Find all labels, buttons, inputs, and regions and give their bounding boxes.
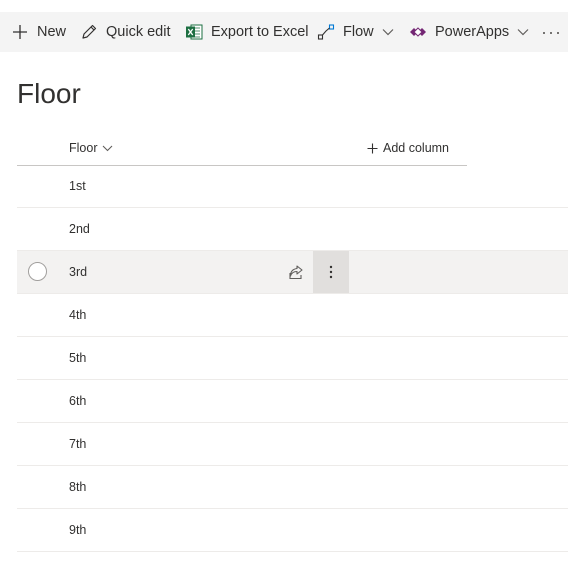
pencil-icon xyxy=(79,22,99,42)
list-header: Floor Add column xyxy=(17,130,467,166)
table-row[interactable]: 6th xyxy=(17,380,568,423)
list-rows: 1st 2nd 3rd 4th 5th 6th 7th 8th 9th xyxy=(17,165,568,552)
row-more-button[interactable] xyxy=(313,251,349,293)
floor-cell: 8th xyxy=(69,480,87,494)
plus-icon xyxy=(367,143,378,154)
flow-icon xyxy=(316,22,336,42)
table-row-hovered[interactable]: 3rd xyxy=(17,251,568,294)
floor-cell: 2nd xyxy=(69,222,90,236)
table-row[interactable]: 9th xyxy=(17,509,568,552)
page-title: Floor xyxy=(17,78,81,109)
flow-label: Flow xyxy=(343,24,374,40)
quick-edit-label: Quick edit xyxy=(106,24,171,40)
table-row[interactable]: 8th xyxy=(17,466,568,509)
row-select-radio[interactable] xyxy=(28,262,47,281)
more-commands-button[interactable]: ··· xyxy=(541,12,562,52)
floor-cell: 1st xyxy=(69,179,86,193)
vertical-ellipsis-icon xyxy=(329,265,333,279)
chevron-down-icon xyxy=(102,145,113,152)
excel-icon xyxy=(184,22,204,42)
table-row[interactable]: 7th xyxy=(17,423,568,466)
floor-cell: 5th xyxy=(69,351,87,365)
share-icon[interactable] xyxy=(287,263,305,281)
powerapps-label: PowerApps xyxy=(435,24,510,40)
plus-icon xyxy=(10,22,30,42)
floor-cell: 7th xyxy=(69,437,87,451)
floor-cell: 3rd xyxy=(69,265,88,279)
chevron-down-icon xyxy=(517,28,529,36)
chevron-down-icon xyxy=(382,28,394,36)
command-bar: New Quick edit Export to Excel Flow Powe… xyxy=(0,12,568,52)
column-header-label: Floor xyxy=(69,141,98,155)
add-column-button[interactable]: Add column xyxy=(367,130,449,166)
column-header-floor[interactable]: Floor xyxy=(69,130,113,166)
powerapps-icon xyxy=(408,22,428,42)
table-row[interactable]: 1st xyxy=(17,165,568,208)
table-row[interactable]: 4th xyxy=(17,294,568,337)
new-label: New xyxy=(37,24,67,40)
quick-edit-button[interactable]: Quick edit xyxy=(79,12,170,52)
floor-cell: 6th xyxy=(69,394,87,408)
table-row[interactable]: 2nd xyxy=(17,208,568,251)
flow-button[interactable]: Flow xyxy=(316,12,394,52)
table-row[interactable]: 5th xyxy=(17,337,568,380)
more-icon: ··· xyxy=(541,21,562,42)
export-to-excel-button[interactable]: Export to Excel xyxy=(184,12,309,52)
export-label: Export to Excel xyxy=(211,24,309,40)
floor-cell: 9th xyxy=(69,523,87,537)
new-button[interactable]: New xyxy=(10,12,66,52)
top-strip xyxy=(0,0,568,12)
add-column-label: Add column xyxy=(383,141,450,155)
powerapps-button[interactable]: PowerApps xyxy=(408,12,529,52)
floor-cell: 4th xyxy=(69,308,87,322)
